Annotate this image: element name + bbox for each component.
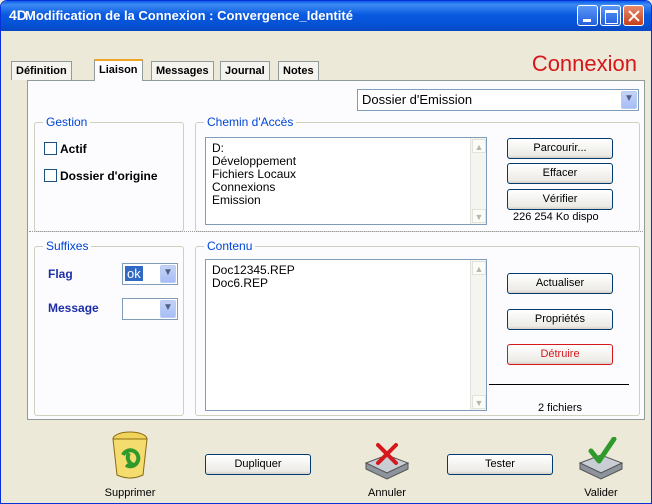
actif-checkbox[interactable]: Actif <box>44 142 87 156</box>
chevron-down-icon[interactable]: ▼ <box>621 91 637 109</box>
scroll-down-icon[interactable]: ▼ <box>472 395 486 409</box>
message-select[interactable]: ▼ <box>122 298 178 320</box>
window-title: Modification de la Connexion : Convergen… <box>25 8 353 23</box>
contenu-file-list[interactable]: Doc12345.REP Doc6.REP ▲ ▼ <box>205 259 487 411</box>
path-line: Emission <box>212 193 261 207</box>
chemin-path-list[interactable]: D: Développement Fichiers Locaux Connexi… <box>205 137 487 225</box>
flag-select-value: ok <box>125 266 143 281</box>
scroll-up-icon[interactable]: ▲ <box>472 261 486 275</box>
list-item[interactable]: Doc6.REP <box>212 277 295 290</box>
trash-icon <box>112 431 148 479</box>
flag-select[interactable]: ok ▼ <box>122 263 178 285</box>
actualiser-button[interactable]: Actualiser <box>507 273 613 294</box>
tab-journal[interactable]: Journal <box>220 61 270 80</box>
tab-liaison[interactable]: Liaison <box>94 59 143 81</box>
chemin-scrollbar[interactable]: ▲ ▼ <box>470 138 486 224</box>
valider-caption: Valider <box>584 487 618 499</box>
maximize-icon[interactable] <box>600 5 621 26</box>
flag-label: Flag <box>48 267 73 281</box>
annuler-caption: Annuler <box>368 487 406 499</box>
dossier-origine-checkbox[interactable]: Dossier d'origine <box>44 169 158 183</box>
message-label: Message <box>48 301 99 315</box>
dossier-origine-label: Dossier d'origine <box>60 169 158 183</box>
section-divider <box>29 231 643 232</box>
suffixes-legend: Suffixes <box>43 239 92 253</box>
minimize-icon[interactable] <box>577 5 598 26</box>
effacer-button[interactable]: Effacer <box>507 163 613 184</box>
chevron-down-icon[interactable]: ▼ <box>160 300 176 318</box>
supprimer-button[interactable]: Supprimer <box>99 429 161 499</box>
disk-space-label: 226 254 Ko dispo <box>513 211 599 223</box>
dossier-select[interactable]: Dossier d'Emission ▼ <box>357 89 639 111</box>
supprimer-caption: Supprimer <box>104 487 156 499</box>
count-divider <box>489 384 629 385</box>
scroll-up-icon[interactable]: ▲ <box>472 139 486 153</box>
chemin-legend: Chemin d'Accès <box>204 115 297 129</box>
tab-notes[interactable]: Notes <box>278 61 319 80</box>
dupliquer-button[interactable]: Dupliquer <box>205 454 311 475</box>
confirm-icon <box>578 437 624 480</box>
detruire-button[interactable]: Détruire <box>507 344 613 365</box>
tab-messages[interactable]: Messages <box>151 61 214 80</box>
close-icon[interactable] <box>623 5 644 26</box>
verifier-button[interactable]: Vérifier <box>507 189 613 210</box>
dossier-origine-checkbox-box[interactable] <box>44 169 57 182</box>
chevron-down-icon[interactable]: ▼ <box>160 265 176 283</box>
proprietes-button[interactable]: Propriétés <box>507 309 613 330</box>
contenu-scrollbar[interactable]: ▲ ▼ <box>470 260 486 410</box>
parcourir-button[interactable]: Parcourir... <box>507 138 613 159</box>
file-count-label: 2 fichiers <box>538 402 583 414</box>
valider-button[interactable]: Valider <box>571 437 631 499</box>
scroll-down-icon[interactable]: ▼ <box>472 209 486 223</box>
tester-button[interactable]: Tester <box>447 454 553 475</box>
annuler-button[interactable]: Annuler <box>357 441 417 499</box>
actif-checkbox-box[interactable] <box>44 142 57 155</box>
cancel-icon <box>364 443 410 480</box>
connexion-heading: Connexion <box>531 51 637 76</box>
actif-label: Actif <box>60 142 87 156</box>
tab-definition[interactable]: Définition <box>11 61 72 80</box>
title-bar[interactable]: 4D Modification de la Connexion : Conver… <box>1 1 651 31</box>
connection-dialog: 4D Modification de la Connexion : Conver… <box>0 0 652 504</box>
dossier-select-value: Dossier d'Emission <box>362 92 473 107</box>
gestion-legend: Gestion <box>43 115 91 129</box>
contenu-legend: Contenu <box>204 239 256 253</box>
